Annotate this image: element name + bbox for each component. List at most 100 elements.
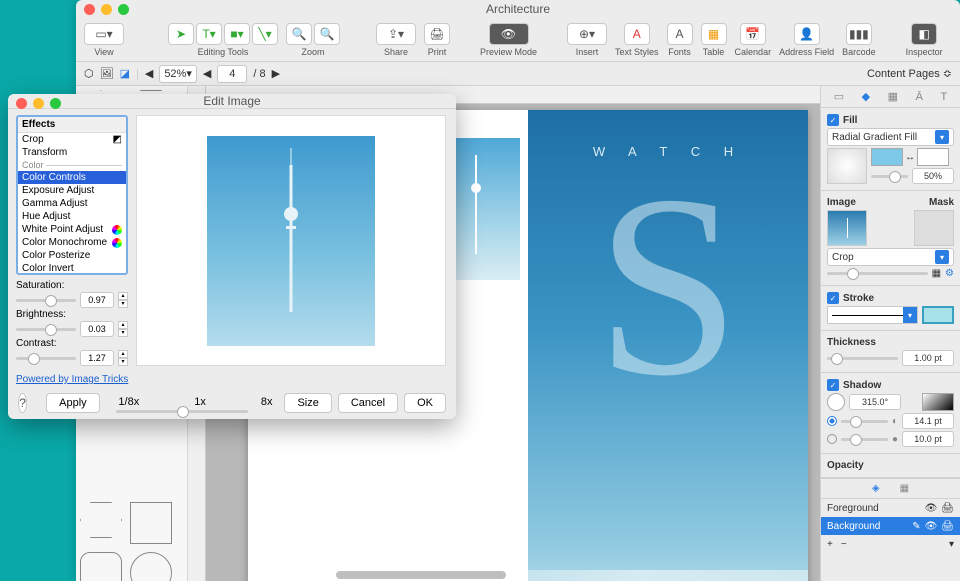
preview-button[interactable]: 👁 [489, 23, 529, 45]
shape-roundrect[interactable] [80, 552, 122, 581]
select-tool-icon[interactable]: ➤ [168, 23, 194, 45]
clipart-panel-icon[interactable]: ◪ [120, 67, 130, 80]
sheet-close-icon[interactable] [16, 98, 27, 109]
shadow-mode-radio-2[interactable] [827, 434, 837, 444]
brightness-stepper[interactable]: ▴▾ [118, 321, 128, 337]
shape-tool-icon[interactable]: ■▾ [224, 23, 250, 45]
shadow-dist-val[interactable]: 14.1 pt [902, 413, 954, 429]
fx-gamma[interactable]: Gamma Adjust [18, 197, 126, 210]
grid-icon[interactable]: ▦ [932, 268, 941, 279]
shape-hexagon[interactable] [80, 502, 122, 538]
print-button[interactable]: 🖨 [424, 23, 450, 45]
tab-text-icon[interactable]: Ā [916, 91, 923, 103]
gradient-preview[interactable] [827, 148, 867, 184]
share-button[interactable]: ⇪▾ [376, 23, 416, 45]
inspector-button[interactable]: ◧ [911, 23, 937, 45]
fx-hue[interactable]: Hue Adjust [18, 210, 126, 223]
sheet-zoom-icon[interactable] [50, 98, 61, 109]
help-button[interactable]: ? [18, 393, 27, 413]
table-button[interactable]: ▦ [701, 23, 727, 45]
thickness-value[interactable]: 1.00 pt [902, 350, 954, 366]
swap-colors-icon[interactable]: ↔ [905, 152, 915, 163]
grid-tab-icon[interactable]: ▦ [900, 483, 909, 494]
image-mode-select[interactable]: Crop▾ [827, 248, 954, 266]
contrast-value[interactable]: 1.27 [80, 350, 114, 366]
prev-page-button[interactable]: ◀ [145, 67, 153, 80]
layer-background[interactable]: Background✎👁🖨 [821, 517, 960, 535]
line-tool-icon[interactable]: ╲▾ [252, 23, 278, 45]
ok-button[interactable]: OK [404, 393, 446, 413]
stroke-color-swatch[interactable] [922, 306, 954, 324]
close-icon[interactable] [84, 4, 95, 15]
color2-swatch[interactable] [917, 148, 949, 166]
tab-image-icon[interactable]: ▦ [888, 90, 898, 103]
brightness-value[interactable]: 0.03 [80, 321, 114, 337]
cancel-button[interactable]: Cancel [338, 393, 398, 413]
mask-thumb[interactable] [914, 210, 954, 246]
tab-appearance-icon[interactable]: ◆ [862, 90, 870, 103]
shape-rect[interactable] [130, 502, 172, 544]
thickness-slider[interactable] [827, 357, 898, 360]
fx-exposure[interactable]: Exposure Adjust [18, 184, 126, 197]
gradient-pos-slider[interactable] [871, 175, 908, 178]
shadow-checkbox[interactable]: ✓ [827, 379, 839, 391]
fx-invert[interactable]: Color Invert [18, 262, 126, 275]
minimize-icon[interactable] [101, 4, 112, 15]
fx-posterize[interactable]: Color Posterize [18, 249, 126, 262]
image-panel-icon[interactable]: 🖼 [100, 67, 114, 80]
textstyles-button[interactable]: A [624, 23, 650, 45]
color1-swatch[interactable] [871, 148, 903, 166]
insert-button[interactable]: ⊕▾ [567, 23, 607, 45]
addressfield-button[interactable]: 👤 [794, 23, 820, 45]
calendar-button[interactable]: 📅 [740, 23, 766, 45]
apply-button[interactable]: Apply [46, 393, 100, 413]
shadow-angle-dial[interactable] [827, 393, 845, 411]
page-field[interactable]: 4 [217, 65, 247, 83]
preview-zoom-slider[interactable]: 1/8x1x8x [116, 394, 272, 413]
image-thumb[interactable] [827, 210, 867, 246]
fx-color-controls[interactable]: Color Controls [18, 171, 126, 184]
saturation-value[interactable]: 0.97 [80, 292, 114, 308]
contrast-stepper[interactable]: ▴▾ [118, 350, 128, 366]
tab-geometry-icon[interactable]: T [940, 91, 947, 103]
view-button[interactable]: ▭▾ [84, 23, 124, 45]
print-layer-icon[interactable]: 🖨 [941, 503, 954, 514]
fonts-button[interactable]: A [667, 23, 693, 45]
fx-whitepoint[interactable]: White Point Adjust [18, 223, 126, 236]
add-layer-icon[interactable]: + [827, 539, 833, 550]
visibility-icon[interactable]: 👁 [925, 503, 938, 514]
preview-image[interactable] [207, 136, 375, 346]
stroke-checkbox[interactable]: ✓ [827, 292, 839, 304]
fx-monochrome[interactable]: Color Monochrome [18, 236, 126, 249]
layers-tab-icon[interactable]: ◈ [872, 483, 880, 494]
remove-layer-icon[interactable]: − [841, 539, 847, 550]
sheet-minimize-icon[interactable] [33, 98, 44, 109]
fx-crop[interactable]: Crop◩ [18, 133, 126, 146]
saturation-slider[interactable] [16, 299, 76, 302]
horizontal-scrollbar[interactable] [336, 571, 506, 579]
content-pages-select[interactable]: Content Pages ≎ [867, 67, 952, 80]
print-layer-icon[interactable]: 🖨 [941, 521, 954, 532]
fx-transform[interactable]: Transform [18, 146, 126, 159]
edit-layer-icon[interactable]: ✎ [912, 521, 920, 532]
text-tool-icon[interactable]: T▾ [196, 23, 222, 45]
shadow-mode-radio-1[interactable] [827, 416, 837, 426]
fill-checkbox[interactable]: ✓ [827, 114, 839, 126]
size-button[interactable]: Size [284, 393, 331, 413]
shadow-angle-val[interactable]: 315.0° [849, 394, 901, 410]
shadow-color-swatch[interactable] [922, 393, 954, 411]
zoom-icon[interactable] [118, 4, 129, 15]
zoom-in-icon[interactable]: 🔍 [286, 23, 312, 45]
image-scale-slider[interactable] [827, 272, 928, 275]
next-page-button[interactable]: ▶ [272, 67, 280, 80]
layer-foreground[interactable]: Foreground👁🖨 [821, 499, 960, 517]
contrast-slider[interactable] [16, 357, 76, 360]
shadow-blur-val[interactable]: 10.0 pt [902, 431, 954, 447]
powered-by-link[interactable]: Powered by Image Tricks [8, 370, 456, 389]
fill-mode-select[interactable]: Radial Gradient Fill▾ [827, 128, 954, 146]
saturation-stepper[interactable]: ▴▾ [118, 292, 128, 308]
shape-circle[interactable] [130, 552, 172, 581]
effects-list[interactable]: Effects Crop◩ Transform Color Color Cont… [16, 115, 128, 275]
barcode-button[interactable]: ▮▮▮ [846, 23, 872, 45]
shadow-blur-slider[interactable] [841, 438, 888, 441]
